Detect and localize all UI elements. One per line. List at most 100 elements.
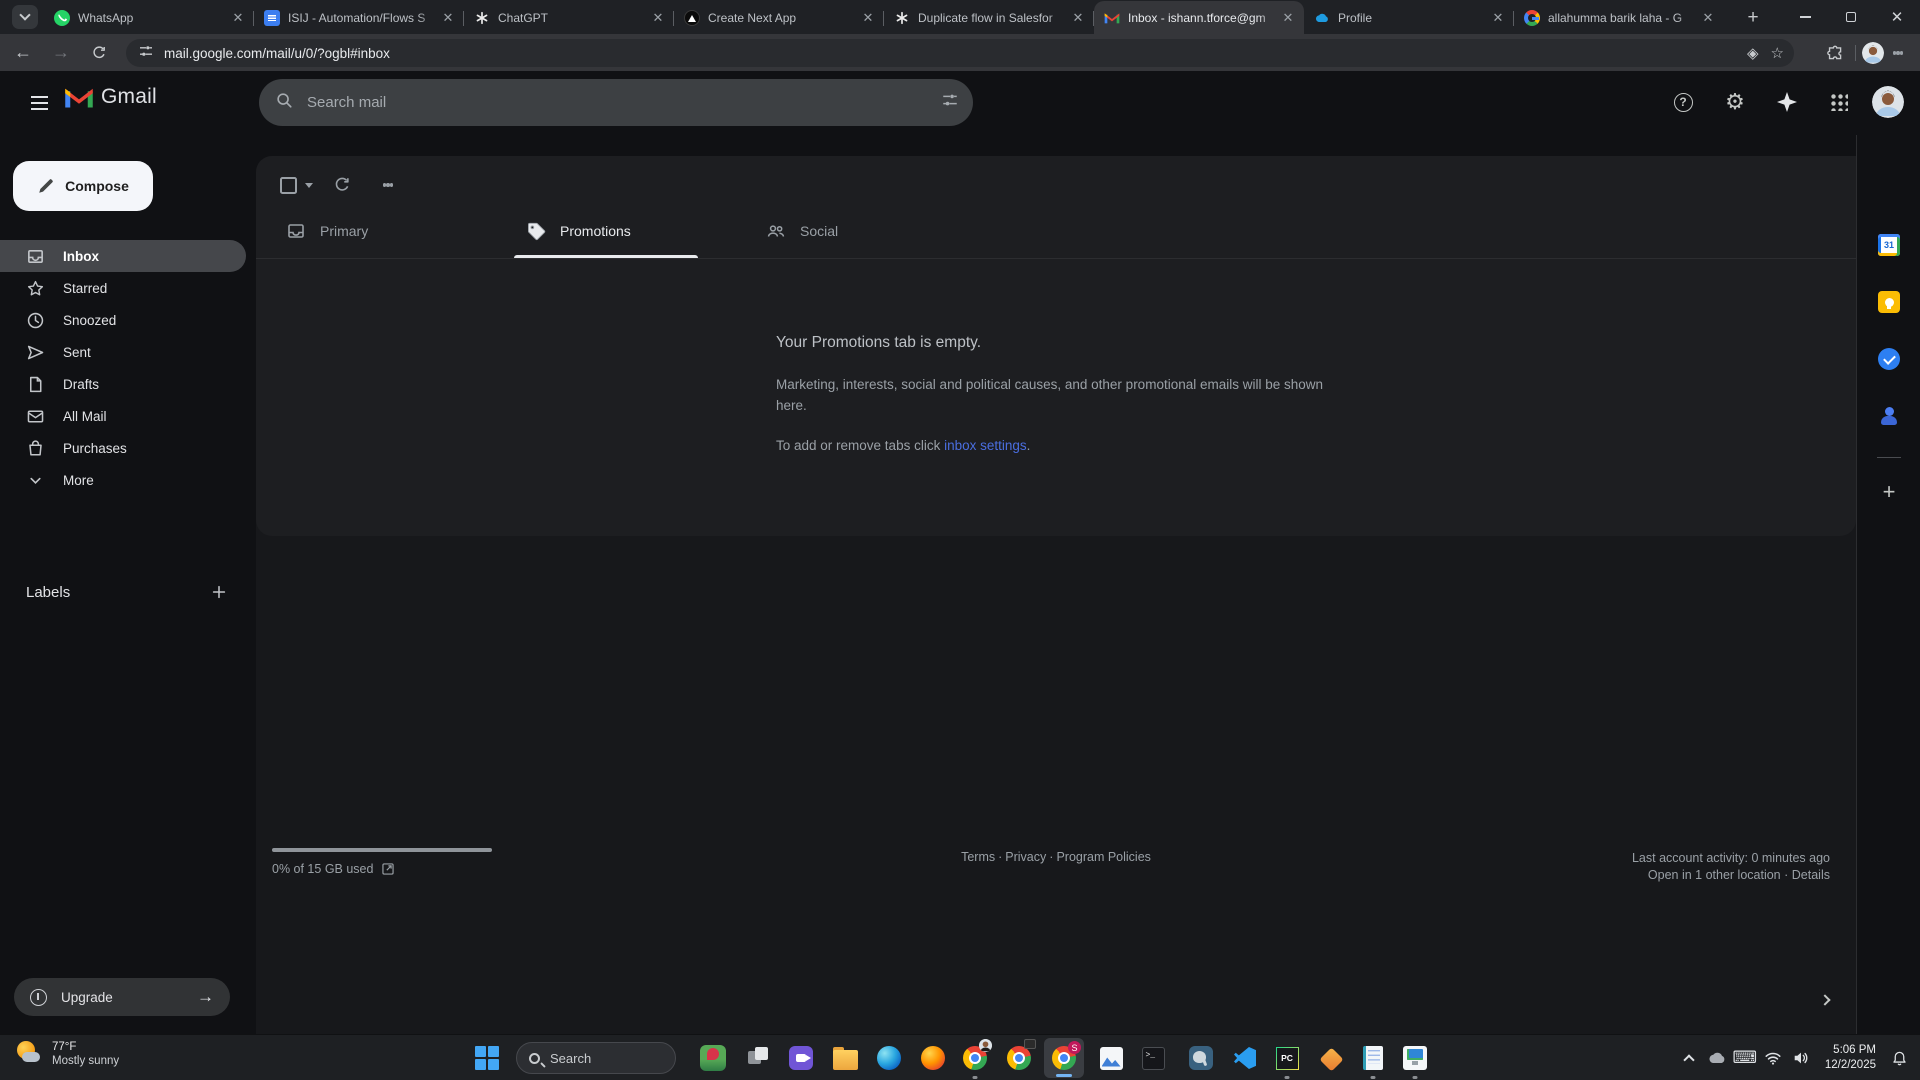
tab-gmail-inbox-active[interactable]: Inbox - ishann.tforce@gm ✕ <box>1094 1 1304 34</box>
tab-close-icon[interactable]: ✕ <box>860 10 876 26</box>
search-input[interactable] <box>307 94 941 111</box>
maximize-button[interactable] <box>1828 0 1874 34</box>
site-settings-icon[interactable] <box>138 43 154 64</box>
tab-close-icon[interactable]: ✕ <box>1280 10 1296 26</box>
extensions-puzzle-icon[interactable] <box>1821 39 1849 67</box>
search-options-icon[interactable] <box>941 91 959 114</box>
taskpro-app-icon[interactable] <box>1402 1045 1428 1071</box>
file-explorer-icon[interactable] <box>832 1045 858 1071</box>
tab-close-icon[interactable]: ✕ <box>1490 10 1506 26</box>
onedrive-cloud-icon[interactable] <box>1703 1035 1731 1080</box>
url-text[interactable]: mail.google.com/mail/u/0/?ogbl#inbox <box>164 46 1735 61</box>
back-button[interactable]: ← <box>8 38 38 68</box>
tab-duplicate-flow[interactable]: Duplicate flow in Salesfor ✕ <box>884 2 1094 34</box>
tab-isij-automation[interactable]: ISIJ - Automation/Flows S ✕ <box>254 2 464 34</box>
photos-app-icon[interactable] <box>1098 1045 1124 1071</box>
forward-button[interactable]: → <box>46 38 76 68</box>
sidebar-item-purchases[interactable]: Purchases <box>0 432 246 464</box>
omnibox[interactable]: mail.google.com/mail/u/0/?ogbl#inbox ◈ ☆ <box>126 39 1794 67</box>
task-view-icon[interactable] <box>746 1045 772 1071</box>
postgresql-icon[interactable] <box>1188 1045 1214 1071</box>
minimize-button[interactable] <box>1782 0 1828 34</box>
hidden-icons-chevron[interactable] <box>1675 1035 1703 1080</box>
tab-whatsapp[interactable]: WhatsApp ✕ <box>44 2 254 34</box>
program-policies-link[interactable]: Program Policies <box>1056 850 1150 864</box>
tab-close-icon[interactable]: ✕ <box>650 10 666 26</box>
tab-chatgpt[interactable]: ChatGPT ✕ <box>464 2 674 34</box>
tab-promotions[interactable]: Promotions <box>504 204 744 258</box>
tab-create-next-app[interactable]: Create Next App ✕ <box>674 2 884 34</box>
tab-close-icon[interactable]: ✕ <box>230 10 246 26</box>
tab-social[interactable]: Social <box>744 204 984 258</box>
touch-keyboard-icon[interactable] <box>1731 1035 1759 1080</box>
select-all-checkbox[interactable] <box>280 177 297 194</box>
create-label-button[interactable] <box>204 577 234 607</box>
tab-search-button[interactable] <box>12 5 38 29</box>
sidebar-item-more[interactable]: More <box>0 464 246 496</box>
search-icon[interactable] <box>275 91 293 114</box>
gmail-logo[interactable]: Gmail <box>64 85 157 109</box>
new-tab-button[interactable]: + <box>1740 5 1766 31</box>
sidebar-item-starred[interactable]: Starred <box>0 272 246 304</box>
pycharm-icon[interactable] <box>1274 1045 1300 1071</box>
tab-google-search[interactable]: allahumma barik laha - G ✕ <box>1514 2 1724 34</box>
volume-icon[interactable] <box>1787 1035 1815 1080</box>
chrome-active-app[interactable]: S <box>1044 1038 1084 1078</box>
notifications-bell-icon[interactable] <box>1882 1035 1916 1080</box>
details-link[interactable]: Details <box>1792 868 1830 882</box>
terminal-icon[interactable] <box>1140 1045 1166 1071</box>
chrome-profile1-icon[interactable] <box>962 1045 988 1071</box>
contacts-icon[interactable] <box>1874 401 1904 431</box>
git-app-icon[interactable] <box>1318 1045 1344 1071</box>
weather-widget[interactable]: 77°FMostly sunny <box>14 1039 119 1069</box>
more-options-icon[interactable] <box>371 168 405 202</box>
gemini-sparkle-icon[interactable] <box>1768 83 1806 121</box>
upgrade-button[interactable]: Upgrade → <box>14 978 230 1016</box>
gmail-search-bar[interactable] <box>259 79 973 126</box>
keep-icon[interactable] <box>1874 287 1904 317</box>
tasks-icon[interactable] <box>1874 344 1904 374</box>
close-button[interactable]: ✕ <box>1874 0 1920 34</box>
browser-menu-icon[interactable] <box>1884 39 1912 67</box>
map-app-icon[interactable] <box>700 1045 726 1071</box>
bookmark-star-icon[interactable]: ☆ <box>1771 44 1784 62</box>
browser-profile-avatar[interactable] <box>1862 42 1884 64</box>
compose-button[interactable]: Compose <box>13 161 153 211</box>
refresh-button[interactable] <box>325 168 359 202</box>
storage-used-text[interactable]: 0% of 15 GB used <box>272 862 373 876</box>
tab-close-icon[interactable]: ✕ <box>1070 10 1086 26</box>
sidebar-item-drafts[interactable]: Drafts <box>0 368 246 400</box>
taskbar-clock[interactable]: 5:06 PM 12/2/2025 <box>1825 1043 1876 1073</box>
extension-diamond-icon[interactable]: ◈ <box>1747 44 1759 62</box>
get-addons-button[interactable]: + <box>1874 477 1904 507</box>
taskbar-search[interactable]: Search <box>516 1042 676 1074</box>
account-avatar[interactable] <box>1872 86 1904 118</box>
sidebar-item-sent[interactable]: Sent <box>0 336 246 368</box>
terms-link[interactable]: Terms <box>961 850 995 864</box>
vscode-icon[interactable] <box>1232 1045 1258 1071</box>
sidebar-item-snoozed[interactable]: Snoozed <box>0 304 246 336</box>
reload-button[interactable] <box>84 38 114 68</box>
chrome-profile2-icon[interactable] <box>1006 1045 1032 1071</box>
help-icon[interactable] <box>1664 83 1702 121</box>
tab-primary[interactable]: Primary <box>264 204 504 258</box>
main-menu-icon[interactable] <box>24 88 54 118</box>
video-app-icon[interactable] <box>788 1045 814 1071</box>
notepad-icon[interactable] <box>1360 1045 1386 1071</box>
tab-close-icon[interactable]: ✕ <box>440 10 456 26</box>
external-link-icon[interactable] <box>381 862 395 876</box>
side-panel-toggle[interactable] <box>1816 990 1836 1010</box>
sidebar-item-all-mail[interactable]: All Mail <box>0 400 246 432</box>
privacy-link[interactable]: Privacy <box>1005 850 1046 864</box>
tab-close-icon[interactable]: ✕ <box>1700 10 1716 26</box>
start-button[interactable] <box>474 1045 500 1071</box>
select-dropdown-caret[interactable] <box>305 183 313 188</box>
wifi-icon[interactable] <box>1759 1035 1787 1080</box>
tab-salesforce-profile[interactable]: Profile ✕ <box>1304 2 1514 34</box>
settings-gear-icon[interactable] <box>1716 83 1754 121</box>
calendar-icon[interactable] <box>1874 230 1904 260</box>
edge-icon[interactable] <box>876 1045 902 1071</box>
sidebar-item-inbox[interactable]: Inbox <box>0 240 246 272</box>
firefox-icon[interactable] <box>920 1045 946 1071</box>
google-apps-grid-icon[interactable] <box>1820 83 1858 121</box>
